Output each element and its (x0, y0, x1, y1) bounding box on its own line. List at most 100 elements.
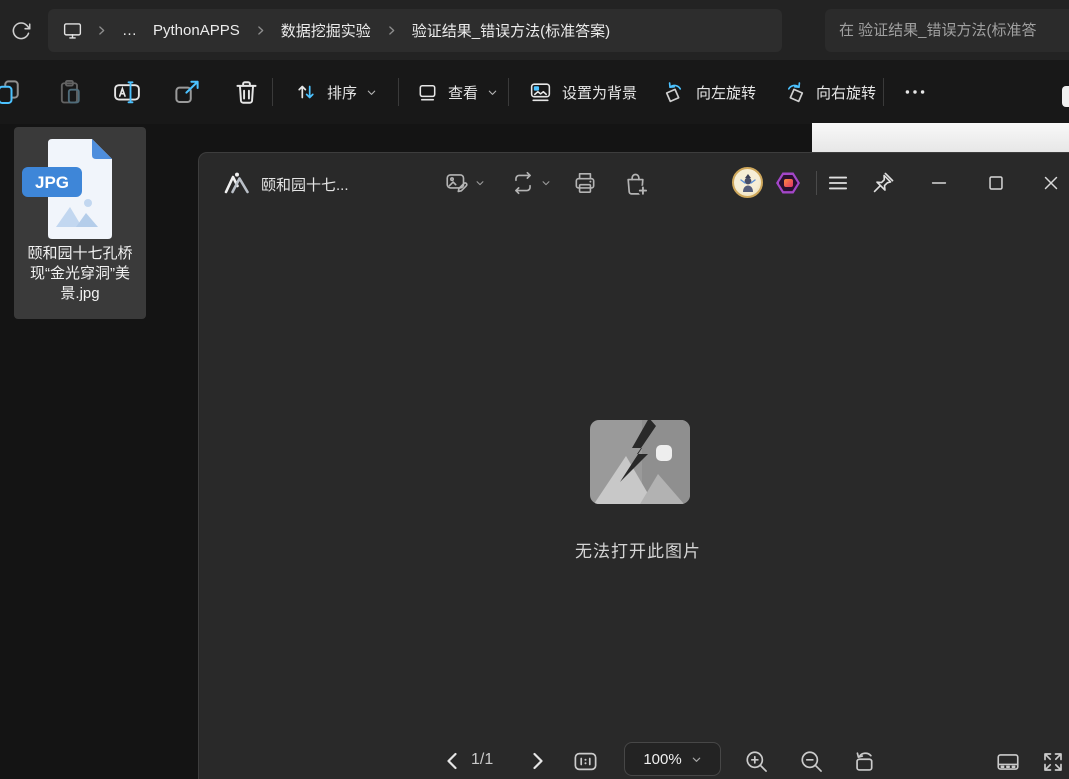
zoom-level-dropdown[interactable]: 100% (624, 742, 721, 776)
zoom-in-button[interactable] (740, 745, 772, 777)
chevron-down-icon (366, 87, 377, 98)
copy-button[interactable] (0, 76, 28, 108)
page-indicator: 1/1 (471, 751, 493, 769)
set-background-button[interactable]: 设置为背景 (524, 76, 641, 108)
account-avatar[interactable] (732, 167, 763, 198)
previous-image-button[interactable] (437, 745, 469, 777)
photos-window-title: 颐和园十七... (261, 174, 349, 195)
broken-image-icon (590, 420, 690, 504)
fullscreen-button[interactable] (1037, 747, 1069, 777)
chevron-down-icon (487, 87, 498, 98)
photos-window: 颐和园十七... (198, 152, 1069, 779)
toolbar-divider (883, 78, 884, 106)
rotate-left-button[interactable]: 向左旋转 (658, 76, 760, 108)
minimize-button[interactable] (920, 168, 958, 198)
sort-button[interactable]: 排序 (290, 76, 381, 108)
menu-button[interactable] (825, 168, 851, 198)
edit-image-button[interactable] (444, 168, 485, 198)
this-pc-icon[interactable] (62, 20, 83, 41)
toolbar-divider (398, 78, 399, 106)
refresh-button[interactable] (10, 19, 34, 43)
file-item[interactable]: JPG 颐和园十七孔桥 现“金光穿洞”美 景.jpg (14, 127, 146, 319)
rotate-left-label: 向左旋转 (696, 82, 756, 103)
explorer-command-bar: 排序 查看 设置为背景 向左旋转 向右旋转 (0, 60, 1069, 124)
breadcrumb-item-pythonapps[interactable]: PythonAPPS (151, 20, 242, 41)
share-button[interactable] (168, 76, 206, 108)
more-icon (902, 79, 928, 105)
search-input[interactable] (839, 22, 1069, 39)
actual-size-icon (572, 748, 599, 775)
pin-icon (870, 170, 896, 196)
minimize-icon (928, 172, 950, 194)
breadcrumb-ellipsis[interactable]: … (120, 20, 139, 41)
chevron-left-icon (441, 749, 465, 773)
maximize-button[interactable] (977, 168, 1015, 198)
filmstrip-toggle-button[interactable] (992, 747, 1024, 777)
photos-app-logo-icon (222, 170, 252, 196)
maximize-icon (985, 172, 1007, 194)
rename-button[interactable] (108, 76, 146, 108)
delete-icon (232, 78, 261, 107)
explorer-titlebar: … PythonAPPS 数据挖掘实验 验证结果_错误方法(标准答案) (0, 0, 1069, 60)
actual-size-button[interactable] (569, 745, 601, 777)
chevron-down-icon (691, 754, 702, 765)
toolbar-divider (272, 78, 273, 106)
zoom-in-icon (743, 748, 770, 775)
extension-badge[interactable] (776, 172, 800, 194)
rotate-right-button[interactable]: 向右旋转 (778, 76, 880, 108)
close-icon (1040, 172, 1062, 194)
print-button[interactable] (572, 168, 598, 198)
edit-image-icon (444, 170, 470, 196)
extension-badge-inner (779, 175, 798, 192)
photos-titlebar: 颐和园十七... (199, 153, 1069, 213)
jpg-file-icon: JPG (40, 137, 120, 241)
print-icon (572, 170, 598, 196)
slideshow-button[interactable] (510, 168, 551, 198)
rotate-right-icon (782, 80, 807, 105)
paste-button[interactable] (52, 76, 88, 108)
rotate-left-icon (662, 80, 687, 105)
fullscreen-icon (1041, 750, 1065, 774)
filmstrip-icon (995, 749, 1021, 775)
close-button[interactable] (1032, 168, 1069, 198)
bag-plus-icon (622, 170, 649, 197)
titlebar-divider (816, 171, 817, 195)
paste-icon (56, 78, 84, 106)
rotate-right-label: 向右旋转 (816, 82, 876, 103)
save-copy-button[interactable] (622, 168, 649, 198)
set-background-icon (528, 80, 553, 105)
zoom-out-button[interactable] (795, 745, 827, 777)
rotate-image-button[interactable] (849, 745, 881, 777)
file-name: 颐和园十七孔桥 现“金光穿洞”美 景.jpg (14, 244, 146, 304)
zoom-level-value: 100% (643, 751, 681, 768)
view-icon (416, 81, 439, 104)
toolbar-divider (508, 78, 509, 106)
breadcrumb-item-datamining[interactable]: 数据挖掘实验 (279, 18, 373, 43)
chevron-right-icon (254, 24, 267, 37)
pin-button[interactable] (870, 168, 896, 198)
refresh-icon (10, 20, 32, 42)
background-window-edge (1062, 86, 1069, 107)
sort-label: 排序 (327, 82, 357, 103)
set-background-label: 设置为背景 (562, 82, 637, 103)
next-image-button[interactable] (521, 745, 553, 777)
chevron-down-icon (541, 178, 551, 188)
slideshow-loop-icon (510, 170, 536, 196)
sort-icon (294, 80, 318, 104)
hamburger-menu-icon (825, 170, 851, 196)
breadcrumb-item-results[interactable]: 验证结果_错误方法(标准答案) (410, 18, 612, 43)
jpg-badge-label: JPG (35, 173, 69, 192)
extension-glyph (784, 179, 793, 187)
rotate-icon (852, 748, 879, 775)
more-options-button[interactable] (898, 76, 932, 108)
breadcrumb: … PythonAPPS 数据挖掘实验 验证结果_错误方法(标准答案) (48, 9, 782, 52)
chevron-right-icon (385, 24, 398, 37)
view-button[interactable]: 查看 (412, 76, 502, 108)
zoom-out-icon (798, 748, 825, 775)
delete-button[interactable] (228, 76, 265, 108)
chevron-right-icon (95, 24, 108, 37)
search-box[interactable] (825, 9, 1069, 52)
background-window-strip[interactable] (812, 123, 1069, 152)
view-label: 查看 (448, 82, 478, 103)
copy-icon (0, 77, 24, 107)
